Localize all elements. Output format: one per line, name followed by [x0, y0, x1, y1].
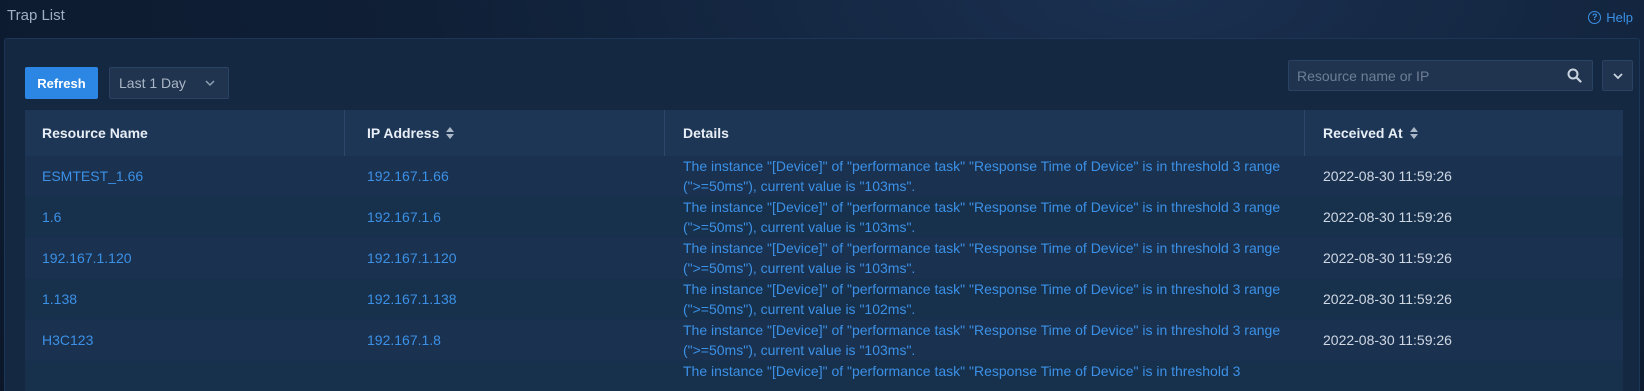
chevron-down-icon — [1613, 73, 1623, 80]
ip-address-link[interactable]: 192.167.1.6 — [345, 197, 665, 237]
resource-name-link[interactable]: 192.167.1.120 — [25, 238, 345, 278]
details-text: The instance "[Device]" of "performance … — [683, 363, 1241, 379]
search-box — [1288, 60, 1593, 91]
received-at-cell: 2022-08-30 11:59:26 — [1323, 209, 1452, 225]
received-at-cell: 2022-08-30 11:59:26 — [1323, 168, 1452, 184]
table-row: 1.6 192.167.1.6 The instance "[Device]" … — [25, 197, 1623, 238]
details-text: The instance "[Device]" of "performance … — [683, 158, 1281, 194]
advanced-search-toggle[interactable] — [1602, 60, 1633, 91]
received-at-cell: 2022-08-30 11:59:26 — [1323, 250, 1452, 266]
sort-icon[interactable] — [1409, 127, 1418, 139]
received-at-cell: 2022-08-30 11:59:26 — [1323, 291, 1452, 307]
details-text: The instance "[Device]" of "performance … — [683, 240, 1281, 276]
column-header-details: Details — [665, 110, 1305, 156]
search-input[interactable] — [1289, 61, 1549, 90]
details-cell[interactable]: The instance "[Device]" of "performance … — [665, 238, 1305, 278]
resource-name-link[interactable]: 1.6 — [25, 197, 345, 237]
resource-name-link[interactable]: ESMTEST_1.66 — [25, 156, 345, 196]
title-bar: Trap List ? Help — [0, 0, 1644, 36]
received-at-cell: 2022-08-30 11:59:26 — [1323, 332, 1452, 348]
column-header-label: Received At — [1323, 125, 1403, 141]
help-link[interactable]: ? Help — [1588, 10, 1633, 25]
resource-name-link[interactable]: H3C123 — [25, 320, 345, 360]
details-text: The instance "[Device]" of "performance … — [683, 199, 1281, 235]
table-row: H3C123 192.167.1.8 The instance "[Device… — [25, 320, 1623, 361]
time-range-select[interactable]: Last 1 Day — [109, 67, 229, 99]
ip-address-link[interactable]: 192.167.1.66 — [345, 156, 665, 196]
table-row: 192.167.1.120 192.167.1.120 The instance… — [25, 238, 1623, 279]
column-header-label: Details — [683, 125, 729, 141]
ip-address-link[interactable]: 192.167.1.120 — [345, 238, 665, 278]
trap-list-panel: Refresh Last 1 Day Resource Name IP Addr… — [4, 38, 1640, 391]
search-icon[interactable] — [1567, 68, 1582, 83]
page-title: Trap List — [7, 7, 65, 24]
ip-address-link[interactable]: 192.167.1.138 — [345, 279, 665, 319]
column-header-label: IP Address — [367, 125, 440, 141]
column-header-resource-name: Resource Name — [25, 110, 345, 156]
time-range-value: Last 1 Day — [119, 75, 186, 91]
refresh-button[interactable]: Refresh — [25, 67, 98, 99]
column-header-label: Resource Name — [42, 125, 148, 141]
trap-table: Resource Name IP Address Details Receive… — [25, 110, 1623, 391]
table-row: 1.138 192.167.1.138 The instance "[Devic… — [25, 279, 1623, 320]
details-text: The instance "[Device]" of "performance … — [683, 281, 1281, 317]
sort-icon[interactable] — [446, 127, 455, 139]
details-cell[interactable]: The instance "[Device]" of "performance … — [665, 361, 1305, 381]
table-row: ESMTEST_1.66 192.167.1.66 The instance "… — [25, 156, 1623, 197]
table-header: Resource Name IP Address Details Receive… — [25, 110, 1623, 156]
chevron-down-icon — [205, 80, 215, 87]
details-cell[interactable]: The instance "[Device]" of "performance … — [665, 279, 1305, 319]
ip-address-link[interactable]: 192.167.1.8 — [345, 320, 665, 360]
help-icon: ? — [1588, 11, 1602, 24]
details-cell[interactable]: The instance "[Device]" of "performance … — [665, 156, 1305, 196]
resource-name-link[interactable]: 1.138 — [25, 279, 345, 319]
details-text: The instance "[Device]" of "performance … — [683, 322, 1281, 358]
details-cell[interactable]: The instance "[Device]" of "performance … — [665, 197, 1305, 237]
table-row: The instance "[Device]" of "performance … — [25, 361, 1623, 391]
column-header-received-at[interactable]: Received At — [1305, 110, 1623, 156]
details-cell[interactable]: The instance "[Device]" of "performance … — [665, 320, 1305, 360]
help-label: Help — [1606, 10, 1633, 25]
column-header-ip-address[interactable]: IP Address — [345, 110, 665, 156]
